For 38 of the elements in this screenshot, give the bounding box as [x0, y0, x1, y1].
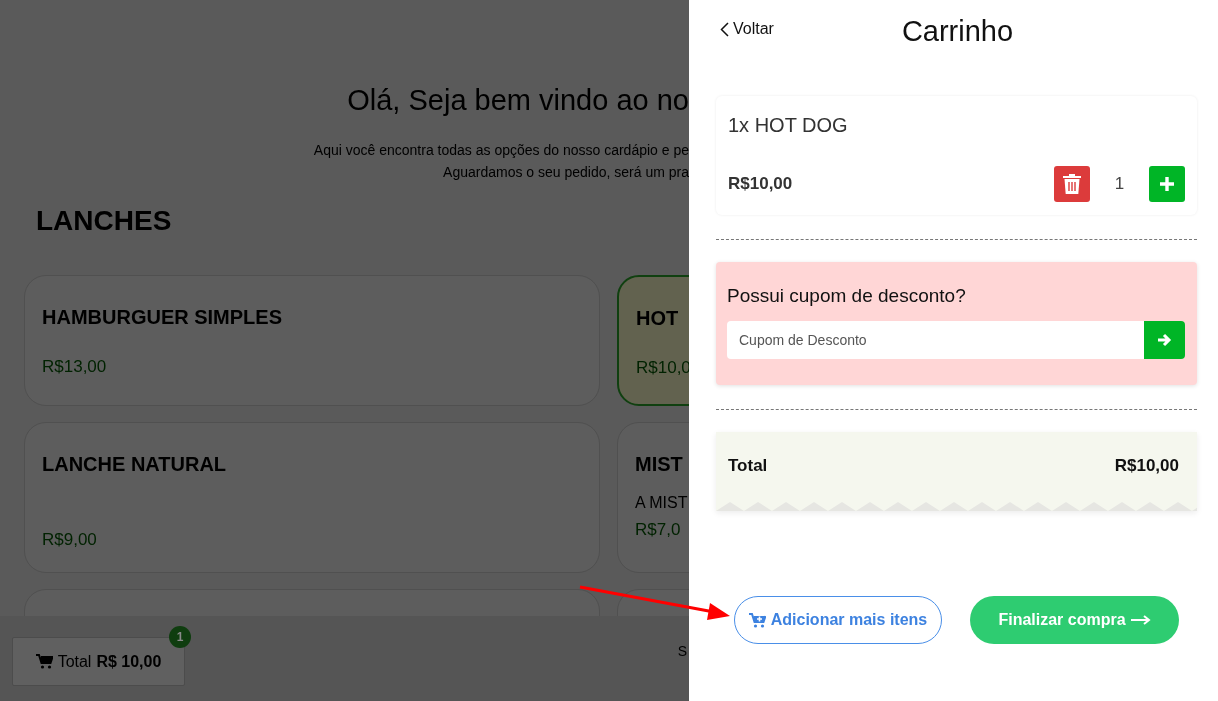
product-card[interactable]: HAMBURGUER SIMPLES R$13,00 [24, 275, 600, 406]
coupon-question: Possui cupom de desconto? [727, 285, 967, 307]
back-link[interactable]: Voltar [720, 20, 774, 38]
intro-text: Aguardamos o seu pedido, será um pra [442, 163, 689, 182]
cart-plus-icon [748, 612, 766, 628]
cart-count-badge: 1 [169, 626, 191, 648]
welcome-heading: Olá, Seja bem vindo ao no [346, 84, 689, 117]
cart-title: Carrinho [900, 14, 1014, 48]
product-card[interactable]: MIST A MIST R$7,0 [617, 422, 689, 573]
total-value: R$10,00 [1114, 456, 1179, 477]
footer-text: S [677, 643, 687, 659]
arrow-right-icon [1130, 615, 1151, 625]
product-price: R$9,00 [42, 530, 98, 550]
product-price: R$7,0 [635, 520, 682, 540]
product-name: MIST [635, 453, 684, 476]
intro-text: Aqui você encontra todas as opções do nosso cardápio e pe [312, 141, 689, 160]
add-more-button[interactable]: Adicionar mais itens [734, 596, 942, 644]
remove-button[interactable] [1054, 166, 1090, 202]
product-card[interactable]: LANCHE NATURAL R$9,00 [24, 422, 600, 573]
product-description: A MIST [635, 494, 689, 512]
quantity-value: 1 [1113, 174, 1126, 194]
product-name: LANCHE NATURAL [42, 453, 228, 476]
product-name: HOT [636, 307, 680, 330]
cart-item-price: R$10,00 [728, 174, 794, 194]
section-title: LANCHES [36, 205, 173, 237]
apply-coupon-button[interactable] [1144, 321, 1185, 359]
total-label: Total [728, 456, 768, 477]
cart-icon [35, 654, 53, 669]
trash-icon [1062, 173, 1082, 195]
product-price: R$13,00 [42, 357, 108, 377]
coupon-field[interactable]: Cupom de Desconto [727, 321, 1144, 359]
checkout-button[interactable]: Finalizar compra [970, 596, 1179, 644]
plus-icon [1159, 176, 1175, 192]
cart-item-name: 1x HOT DOG [728, 114, 849, 137]
chevron-left-icon [720, 21, 729, 37]
increase-button[interactable] [1149, 166, 1185, 202]
arrow-right-icon [1157, 333, 1172, 347]
product-name: HAMBURGUER SIMPLES [42, 306, 283, 329]
